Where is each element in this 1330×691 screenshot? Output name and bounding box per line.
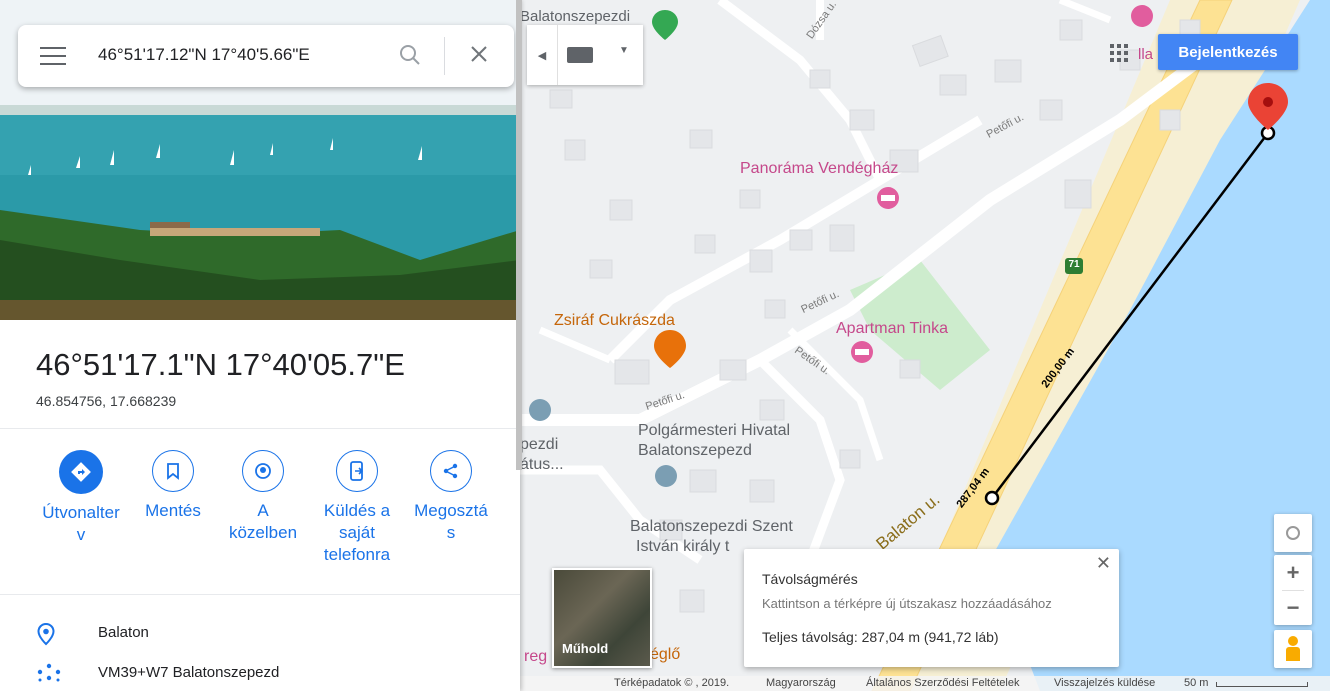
- search-icon[interactable]: [398, 43, 422, 67]
- map-footer: Térképadatok © , 2019. Magyarország Álta…: [520, 676, 1330, 691]
- nearby-button[interactable]: A közelben: [218, 450, 308, 544]
- road-number: 71: [1068, 259, 1080, 270]
- send-to-phone-icon: [350, 461, 364, 481]
- poi-label: reg: [524, 648, 548, 665]
- send-label-3: telefonra: [323, 545, 391, 564]
- caret-down-icon: ▼: [619, 45, 629, 56]
- keyboard-button[interactable]: [567, 47, 593, 63]
- share-button[interactable]: Megosztá s: [406, 450, 496, 544]
- login-button[interactable]: Bejelentkezés: [1158, 34, 1298, 70]
- plus-code-icon: [37, 663, 61, 682]
- send-label-2: saját: [339, 523, 375, 542]
- scale-bar: [1216, 682, 1308, 687]
- distance-measurement-card: ✕ Távolságmérés Kattintson a térképre új…: [744, 549, 1119, 667]
- apps-grid-icon[interactable]: [1110, 44, 1128, 62]
- search-divider: [444, 37, 445, 75]
- poi-label: pezdi: [520, 436, 559, 453]
- decimal-coordinates: 46.854756, 17.668239: [36, 393, 177, 409]
- townhall-icon: [655, 465, 677, 487]
- measure-close-icon[interactable]: ✕: [1096, 553, 1111, 574]
- poi-icon-left: [529, 399, 551, 421]
- side-panel: 46°51'17.12"N 17°40'5.66"E 46°51'17.1"N …: [0, 0, 520, 691]
- send-label-1: Küldés a: [323, 501, 391, 520]
- street-view-pegman[interactable]: [1274, 630, 1312, 668]
- zoom-controls: + −: [1274, 555, 1312, 625]
- map-data-credit[interactable]: Térképadatok © , 2019.: [614, 677, 729, 689]
- pegman-icon: [1286, 636, 1300, 662]
- poi-label[interactable]: Balatonszepezdi Szent: [630, 518, 793, 536]
- poi-label: églő: [650, 646, 681, 663]
- close-icon[interactable]: [468, 43, 490, 65]
- directions-label-2: v: [76, 525, 86, 544]
- poi-label[interactable]: Apartman Tinka: [836, 320, 948, 338]
- collapse-panel-button[interactable]: ◀: [527, 25, 558, 85]
- map-label: Balatonszepezdi: [520, 8, 631, 25]
- menu-icon[interactable]: [40, 47, 66, 67]
- directions-icon: [71, 462, 91, 482]
- directions-button[interactable]: Útvonalter v: [36, 450, 126, 546]
- measure-total: Teljes távolság: 287,04 m (941,72 láb): [762, 629, 999, 645]
- share-label-1: Megosztá: [414, 501, 488, 520]
- zoom-out-button[interactable]: −: [1274, 590, 1312, 625]
- plus-code-text: VM39+W7 Balatonszepezd: [98, 664, 280, 681]
- feedback-link[interactable]: Visszajelzés küldése: [1054, 677, 1155, 689]
- zoom-in-button[interactable]: +: [1274, 555, 1312, 590]
- measure-hint: Kattintson a térképre új útszakasz hozzá…: [762, 596, 1052, 611]
- share-label-2: s: [446, 523, 456, 542]
- measure-point-start: [984, 490, 1000, 506]
- poi-label: lla: [1138, 46, 1154, 63]
- poi-label[interactable]: Polgármesteri Hivatal: [638, 422, 790, 440]
- my-location-button[interactable]: [1274, 514, 1312, 552]
- region-text: Balaton: [98, 624, 149, 641]
- poi-label: Balatonszepezd: [638, 442, 752, 459]
- my-location-icon: [1286, 526, 1300, 540]
- divider: [0, 594, 520, 595]
- location-pin-outline-icon: [37, 622, 55, 646]
- bookmark-icon: [167, 463, 179, 480]
- place-title: 46°51'17.1"N 17°40'05.7"E: [36, 347, 405, 382]
- save-label: Mentés: [145, 501, 201, 520]
- poi-label[interactable]: Panoráma Vendégház: [740, 160, 898, 178]
- satellite-label: Műhold: [562, 641, 609, 656]
- measure-title: Távolságmérés: [762, 571, 858, 587]
- poi-label[interactable]: Zsiráf Cukrászda: [554, 312, 675, 330]
- nearby-icon: [255, 463, 271, 479]
- search-input[interactable]: 46°51'17.12"N 17°40'5.66"E: [98, 45, 310, 65]
- poi-label: István király t: [636, 538, 730, 555]
- map-toolbar: ◀ ▼: [527, 25, 643, 85]
- poi-label: átus...: [520, 456, 564, 473]
- caret-left-icon: ◀: [537, 49, 547, 62]
- panel-scrollbar[interactable]: [516, 0, 522, 470]
- terms-link[interactable]: Általános Szerződési Feltételek: [866, 677, 1019, 689]
- send-to-phone-button[interactable]: Küldés a saját telefonra: [312, 450, 402, 566]
- search-box[interactable]: 46°51'17.12"N 17°40'5.66"E: [18, 25, 514, 87]
- input-tools-dropdown[interactable]: ▼: [619, 45, 629, 56]
- scale-label[interactable]: 50 m: [1184, 677, 1208, 689]
- nearby-label-1: A: [257, 501, 269, 520]
- save-button[interactable]: Mentés: [128, 450, 218, 522]
- directions-label-1: Útvonalter: [42, 503, 120, 522]
- nearby-label-2: közelben: [228, 523, 298, 542]
- divider: [0, 428, 520, 429]
- country-link[interactable]: Magyarország: [766, 677, 836, 689]
- share-icon: [443, 463, 458, 479]
- satellite-toggle[interactable]: Műhold: [552, 568, 652, 668]
